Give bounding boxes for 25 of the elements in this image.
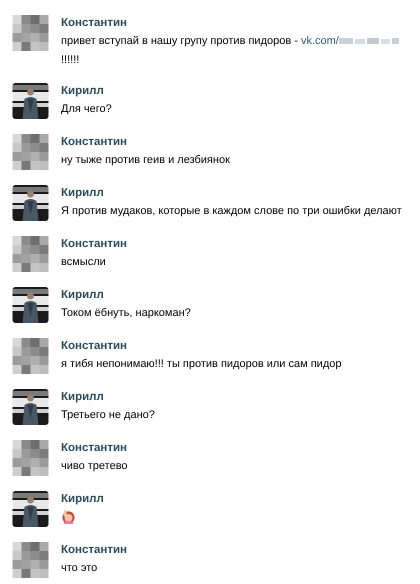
message-text: ну тыже против геив и лезбиянок [61,153,230,168]
message-text: чиво третево [61,459,128,474]
message-text: я тибя непонимаю!!! ты против пидоров или сам пидор [61,357,342,372]
author-name[interactable]: Константин [61,441,128,455]
emoji-icon [61,509,76,524]
message-text: Я против мудаков, которые в каждом слове по три ошибки делают [61,204,402,219]
author-name[interactable]: Кирилл [61,186,402,200]
author-name[interactable]: Константин [61,339,342,353]
link[interactable]: vk.com/ [300,33,339,49]
author-name[interactable]: Константин [61,135,230,149]
message-text: что это [61,561,98,576]
message-text: Током ёбнуть, наркоман? [61,306,191,321]
author-name[interactable]: Кирилл [61,492,104,506]
message-text: Для чего? [61,102,112,117]
author-name[interactable]: Кирилл [61,84,112,98]
author-name[interactable]: Кирилл [61,390,155,404]
message-text: !!!!!! [61,53,80,68]
author-name[interactable]: Константин [61,237,128,251]
message-text: всмысли [61,255,106,270]
blurred-link-icon [338,37,399,45]
author-name[interactable]: Кирилл [61,288,191,302]
message-text: привет вступай в нашу групу против пидоров - [61,34,299,49]
author-name[interactable]: Константин [61,543,128,557]
author-name[interactable]: Константин [61,16,399,30]
message-text: Третьего не дано? [61,408,155,423]
